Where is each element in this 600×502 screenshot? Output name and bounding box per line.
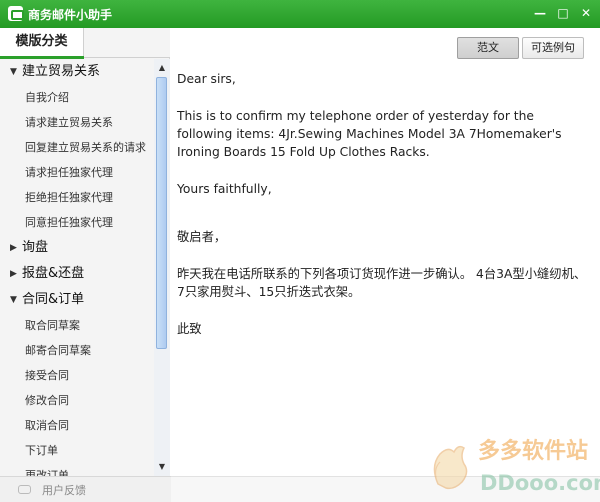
collapsed-arrow-icon: ▶: [10, 243, 17, 253]
scroll-down-arrow-icon[interactable]: ▼: [155, 460, 169, 474]
tab-template-categories[interactable]: 模版分类: [0, 28, 84, 59]
template-item[interactable]: 取合同草案: [0, 313, 154, 338]
app-logo-icon: [8, 6, 24, 21]
template-item[interactable]: 邮寄合同草案: [0, 338, 154, 363]
watermark-site-name: 多多软件站: [478, 438, 588, 464]
category-inquiry[interactable]: ▶ 询盘: [0, 235, 154, 261]
template-item[interactable]: 下订单: [0, 438, 154, 463]
letter-greeting: Dear sirs,: [177, 72, 236, 86]
sidebar-scrollbar[interactable]: ▲ ▼: [154, 59, 170, 476]
watermark-domain: DDooo.com: [480, 471, 600, 495]
letter-text: Dear sirs, This is to confirm my telepho…: [177, 70, 593, 338]
letter-cn-closing: 此致: [177, 322, 202, 336]
template-item[interactable]: 接受合同: [0, 363, 154, 388]
title-bar: 商务邮件小助手 — □ ✕: [0, 0, 600, 28]
template-item[interactable]: 取消合同: [0, 413, 154, 438]
category-label: 报盘&还盘: [22, 266, 85, 281]
sidebar-tab-bar: 模版分类: [0, 28, 170, 59]
sample-letter-button[interactable]: 范文: [457, 37, 519, 59]
scrollbar-thumb[interactable]: [156, 77, 167, 349]
template-item[interactable]: 同意担任独家代理: [0, 210, 154, 235]
template-item[interactable]: 更改订单: [0, 463, 154, 476]
user-feedback-link[interactable]: 用户反馈: [42, 482, 86, 498]
category-contract-order[interactable]: ▼ 合同&订单: [0, 287, 154, 313]
template-item[interactable]: 拒绝担任独家代理: [0, 185, 154, 210]
scroll-up-arrow-icon[interactable]: ▲: [155, 61, 169, 75]
letter-cn-greeting: 敬启者，: [177, 230, 227, 244]
expanded-arrow-icon: ▼: [10, 67, 17, 77]
category-label: 询盘: [22, 240, 49, 255]
letter-content-pane: 范文 可选例句 Dear sirs, This is to confirm my…: [171, 28, 600, 476]
template-item[interactable]: 请求担任独家代理: [0, 160, 154, 185]
letter-body: This is to confirm my telephone order of…: [177, 109, 562, 159]
sidebar-footer: 用户反馈: [0, 476, 171, 502]
category-tree: ▼ 建立贸易关系 自我介绍 请求建立贸易关系 回复建立贸易关系的请求 请求担任独…: [0, 59, 154, 476]
site-watermark: 多多软件站 DDooo.com: [433, 438, 600, 495]
horse-logo-icon: [433, 445, 468, 490]
template-item[interactable]: 修改合同: [0, 388, 154, 413]
category-label: 合同&订单: [22, 292, 85, 307]
close-button[interactable]: ✕: [578, 5, 594, 21]
feedback-icon: [18, 485, 31, 494]
expanded-arrow-icon: ▼: [10, 295, 17, 305]
optional-sentences-button[interactable]: 可选例句: [522, 37, 584, 59]
template-sidebar: 模版分类 ▼ 建立贸易关系 自我介绍 请求建立贸易关系 回复建立贸易关系的请求 …: [0, 28, 170, 476]
template-item[interactable]: 回复建立贸易关系的请求: [0, 135, 154, 160]
category-label: 建立贸易关系: [22, 64, 101, 79]
window-title: 商务邮件小助手: [28, 8, 113, 22]
collapsed-arrow-icon: ▶: [10, 269, 17, 279]
template-item[interactable]: 自我介绍: [0, 85, 154, 110]
letter-closing: Yours faithfully,: [177, 182, 272, 196]
category-trade-relations[interactable]: ▼ 建立贸易关系: [0, 59, 154, 85]
template-item[interactable]: 请求建立贸易关系: [0, 110, 154, 135]
maximize-button[interactable]: □: [555, 5, 571, 21]
letter-cn-body: 昨天我在电话所联系的下列各项订货现作进一步确认。 4台3A型小缝纫机、7只家用熨…: [177, 267, 587, 299]
category-offer-counteroffer[interactable]: ▶ 报盘&还盘: [0, 261, 154, 287]
minimize-button[interactable]: —: [532, 5, 548, 21]
